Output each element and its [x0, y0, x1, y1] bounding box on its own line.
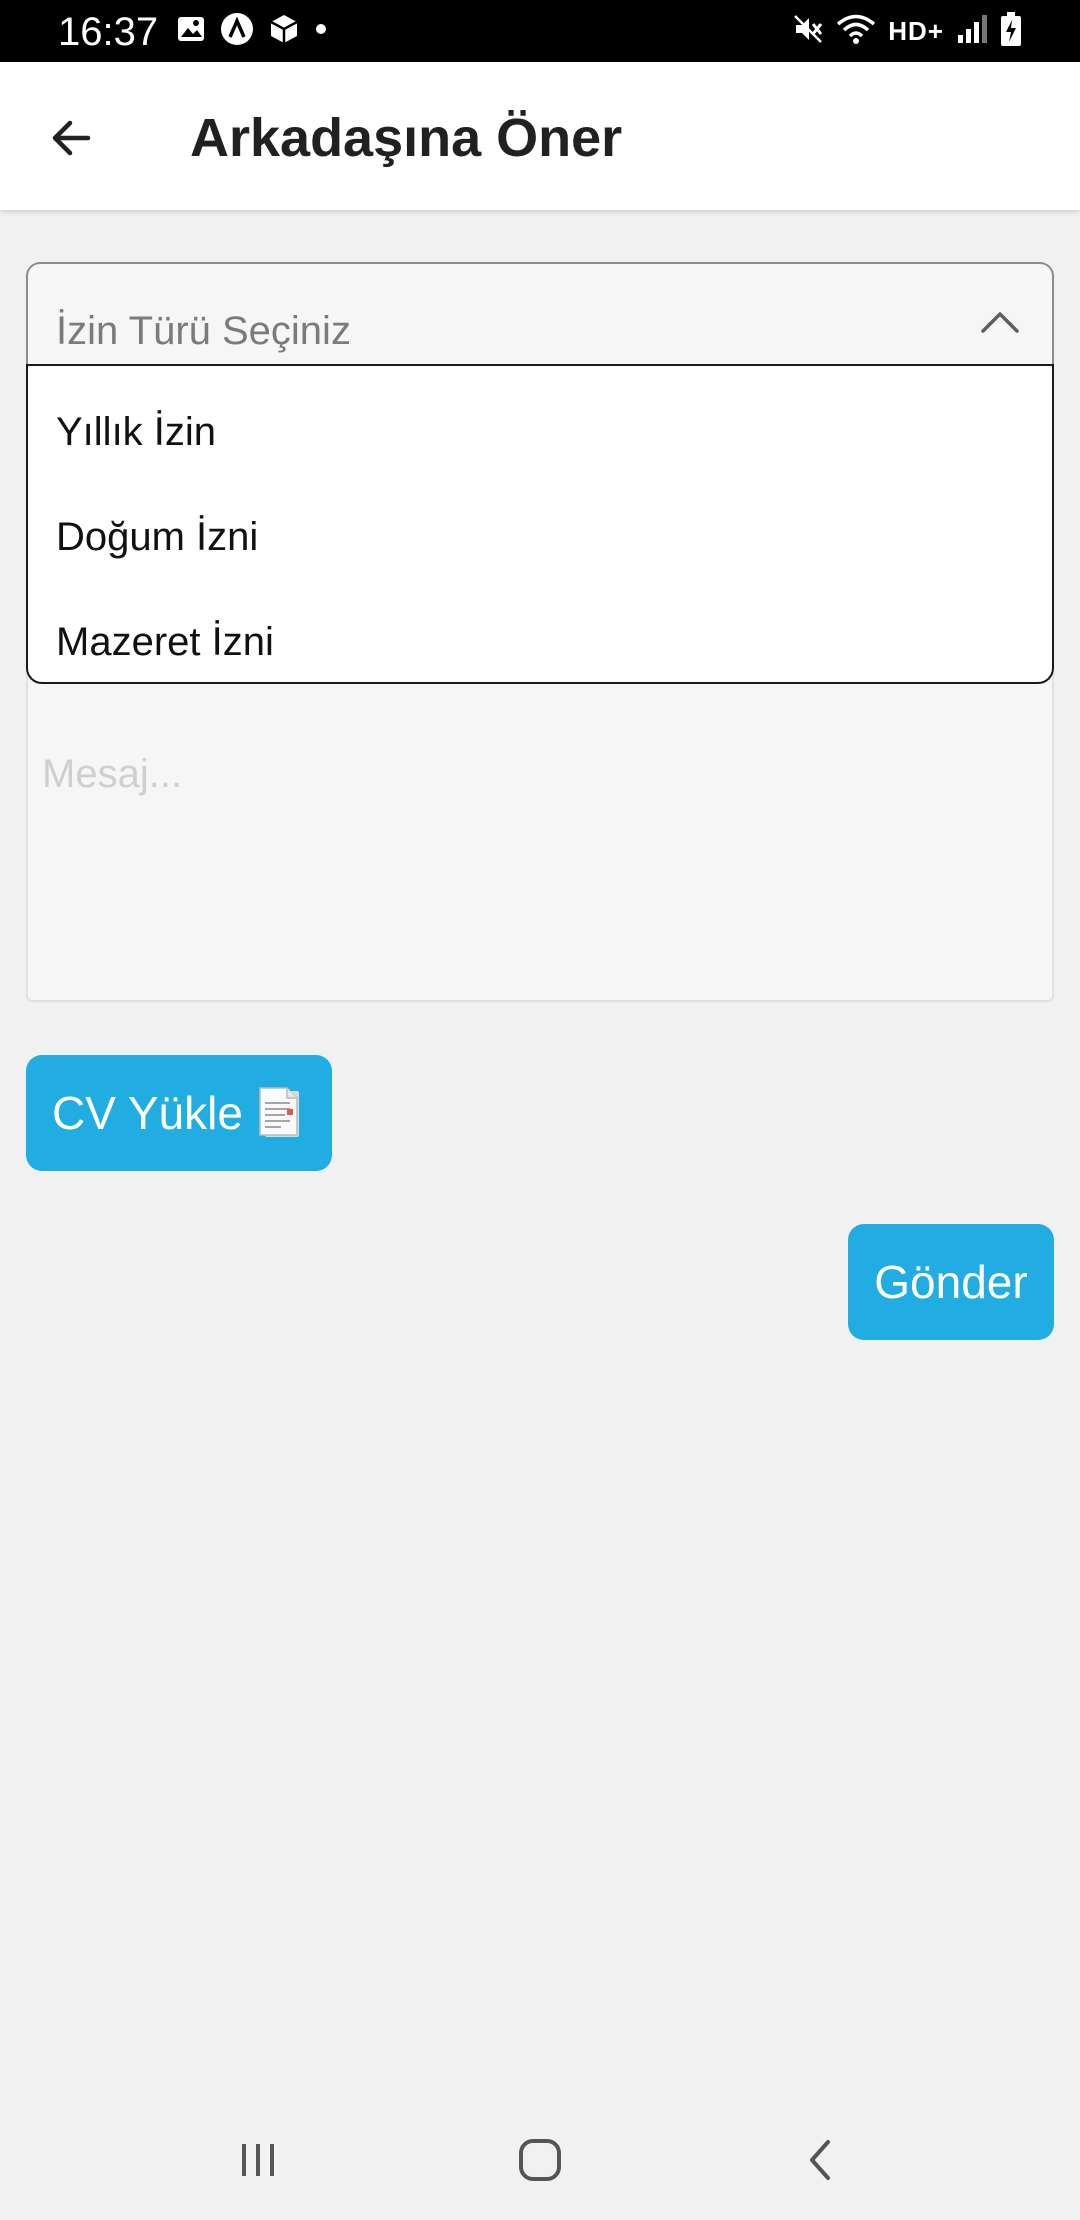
leave-type-dropdown: Yıllık İzin Doğum İzni Mazeret İzni [26, 364, 1054, 684]
package-icon [268, 13, 300, 50]
document-icon [259, 1087, 299, 1137]
cv-upload-label: CV Yükle [52, 1087, 243, 1139]
wifi-icon [836, 13, 876, 50]
signal-icon [956, 13, 988, 50]
home-button[interactable] [500, 2130, 580, 2190]
status-right-icons: HD+ [792, 11, 1022, 51]
home-icon [519, 2139, 561, 2181]
battery-charging-icon [1000, 11, 1022, 51]
back-icon [810, 2140, 830, 2180]
leave-type-select-placeholder: İzin Türü Seçiniz [56, 309, 351, 353]
leave-type-select[interactable]: İzin Türü Seçiniz [26, 262, 1054, 372]
app-bar: Arkadaşına Öner [0, 62, 1080, 210]
dropdown-option-annual-leave[interactable]: Yıllık İzin [28, 380, 1052, 485]
send-button[interactable]: Gönder [848, 1224, 1054, 1340]
status-left-icons [176, 12, 328, 51]
recent-apps-button[interactable] [218, 2130, 298, 2190]
dropdown-option-maternity-leave[interactable]: Doğum İzni [28, 485, 1052, 590]
dropdown-option-excuse-leave[interactable]: Mazeret İzni [28, 590, 1052, 695]
status-bar: 16:37 HD+ [0, 0, 1080, 62]
image-icon [176, 14, 206, 49]
chevron-up-icon [978, 300, 1022, 344]
back-button[interactable] [36, 102, 108, 174]
message-input[interactable] [42, 752, 1032, 992]
status-time: 16:37 [58, 10, 159, 54]
arrow-left-icon [52, 120, 91, 156]
mute-icon [792, 13, 824, 50]
app-circle-icon [220, 12, 254, 51]
network-type-label: HD+ [888, 15, 944, 46]
page-title: Arkadaşına Öner [190, 108, 623, 168]
message-box [26, 660, 1054, 1002]
cv-upload-button[interactable]: CV Yükle [26, 1055, 332, 1171]
dot-icon [314, 22, 328, 41]
nav-back-button[interactable] [782, 2130, 862, 2190]
recent-apps-icon [242, 2144, 274, 2176]
system-nav-bar [0, 2100, 1080, 2220]
